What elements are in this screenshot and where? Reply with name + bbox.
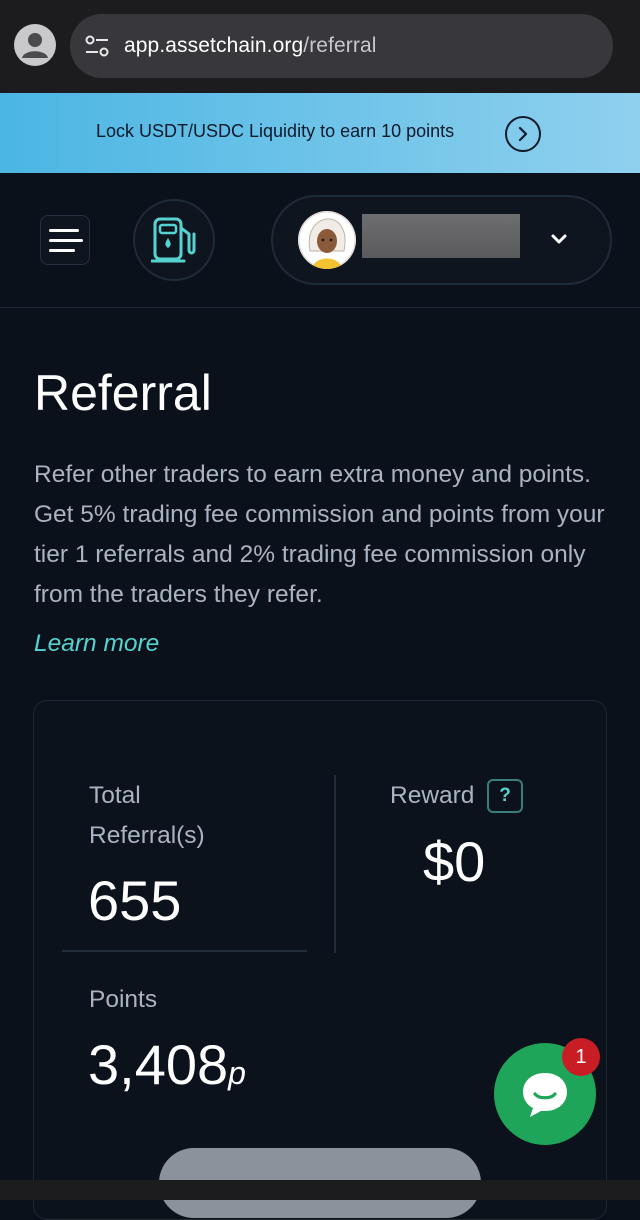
site-settings-icon[interactable]	[84, 34, 110, 58]
gas-pump-icon	[151, 217, 196, 263]
learn-more-link[interactable]: Learn more	[34, 630, 159, 658]
total-referrals-label-line2: Referral(s)	[89, 822, 205, 849]
url-text[interactable]: app.assetchain.org/referral	[124, 34, 377, 58]
address-bar[interactable]: app.assetchain.org/referral	[70, 14, 613, 78]
reward-help-icon[interactable]: ?	[487, 779, 523, 813]
points-suffix: p	[228, 1055, 246, 1091]
url-host: app.assetchain.org	[124, 34, 304, 57]
browser-profile-icon[interactable]	[14, 24, 56, 66]
banner-text: Lock USDT/USDC Liquidity to earn 10 poin…	[96, 121, 455, 141]
url-path: /referral	[303, 34, 377, 57]
account-name-redacted	[362, 214, 520, 258]
divider	[334, 775, 336, 953]
notification-badge: 1	[562, 1038, 600, 1076]
menu-button[interactable]	[40, 215, 90, 265]
reward-label: Reward	[390, 782, 475, 809]
chevron-down-icon[interactable]	[548, 229, 570, 249]
page-title: Referral	[34, 365, 212, 421]
points-number: 3,408	[88, 1033, 229, 1096]
total-referrals-label: Total Referral(s)	[89, 776, 205, 856]
avatar[interactable]	[298, 211, 356, 269]
menu-icon	[49, 249, 75, 252]
menu-icon	[49, 229, 79, 232]
points-value: 3,408p	[88, 1032, 246, 1097]
chevron-right-icon[interactable]	[505, 116, 541, 152]
chat-bubble-icon	[523, 1073, 567, 1117]
page-description: Refer other traders to earn extra money …	[34, 461, 605, 608]
total-referrals-value: 655	[88, 869, 182, 932]
divider	[62, 950, 307, 952]
system-nav-bar	[0, 1180, 640, 1200]
total-referrals-label-line1: Total	[89, 782, 141, 809]
gas-button[interactable]	[133, 199, 215, 281]
browser-toolbar: app.assetchain.org/referral	[0, 0, 640, 93]
points-label: Points	[89, 986, 158, 1013]
promo-banner[interactable]: Lock USDT/USDC Liquidity to earn 10 poin…	[0, 93, 640, 173]
reward-value: $0	[423, 830, 486, 893]
menu-icon	[49, 239, 83, 242]
